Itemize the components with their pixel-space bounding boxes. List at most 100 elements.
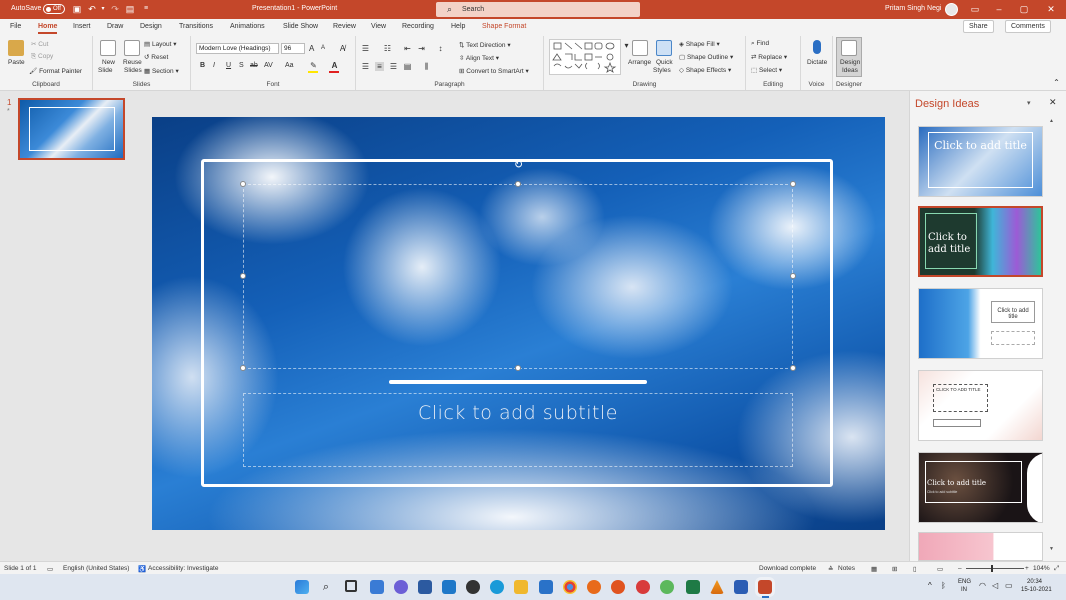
notes-icon[interactable]: ≙ [828, 565, 833, 573]
accessibility-status[interactable]: Accessibility: Investigate [148, 565, 218, 572]
avatar[interactable] [945, 3, 958, 16]
redo-icon[interactable]: ↷ [110, 4, 120, 14]
character-spacing-button[interactable]: AV [264, 62, 273, 69]
autosave-toggle[interactable]: Off [43, 4, 65, 14]
bluetooth-icon[interactable]: ᛒ [941, 581, 946, 590]
notes-button[interactable]: Notes [838, 565, 855, 572]
zoom-level[interactable]: 104% [1033, 565, 1050, 572]
design-idea-3[interactable]: Click to add title [918, 288, 1043, 359]
vscode-icon[interactable] [442, 580, 456, 594]
scroll-up-icon[interactable]: ▲ [1049, 118, 1054, 124]
justify-icon[interactable]: ▤ [403, 62, 412, 71]
search-taskbar-icon[interactable]: ⌕ [319, 580, 333, 594]
tab-view[interactable]: View [371, 23, 386, 30]
resize-handle[interactable] [515, 181, 521, 187]
vlc-icon[interactable] [710, 580, 724, 594]
firefox-icon[interactable] [611, 580, 625, 594]
shadow-button[interactable]: S [239, 62, 244, 69]
align-left-icon[interactable]: ☰ [361, 62, 370, 71]
tab-recording[interactable]: Recording [402, 23, 434, 30]
line-spacing-icon[interactable]: ↕ [436, 44, 445, 53]
pane-options-icon[interactable]: ▾ [1027, 99, 1031, 107]
tab-transitions[interactable]: Transitions [179, 23, 213, 30]
shapes-gallery[interactable] [549, 39, 621, 75]
tab-insert[interactable]: Insert [73, 23, 91, 30]
undo-dropdown-icon[interactable]: ▾ [98, 4, 108, 14]
chrome-icon[interactable] [563, 580, 577, 594]
design-idea-2[interactable]: Click to add title [918, 206, 1043, 277]
fit-slide-icon[interactable]: ⤢ [1054, 565, 1059, 573]
quick-styles-label-2[interactable]: Styles [653, 67, 671, 74]
github-icon[interactable] [466, 580, 480, 594]
tab-slide-show[interactable]: Slide Show [283, 23, 318, 30]
search-box[interactable]: ⌕ Search [436, 2, 640, 17]
align-center-icon[interactable]: ≡ [375, 62, 384, 71]
decrease-indent-icon[interactable]: ⇤ [403, 44, 412, 53]
reuse-slides-label-2[interactable]: Slides [124, 67, 142, 74]
tab-animations[interactable]: Animations [230, 23, 265, 30]
dictate-button[interactable]: Dictate [807, 59, 827, 66]
volume-icon[interactable]: ◁ [992, 581, 998, 590]
section-button[interactable]: ▦ Section ▾ [144, 67, 179, 75]
mail-icon[interactable] [539, 580, 553, 594]
microphone-icon[interactable] [813, 40, 821, 54]
bold-button[interactable]: B [200, 62, 205, 69]
share-button[interactable]: Share [963, 20, 994, 33]
task-view-icon[interactable] [345, 580, 357, 592]
slide[interactable]: ↻ Click to add subtitle [152, 117, 885, 530]
paste-icon[interactable] [8, 40, 24, 56]
language-region[interactable]: IN [961, 587, 967, 593]
highlight-icon[interactable]: ✎ [309, 61, 318, 70]
close-pane-icon[interactable]: ✕ [1049, 97, 1057, 108]
zoom-out-icon[interactable]: – [958, 565, 962, 572]
accessibility-icon[interactable]: ♿ [138, 565, 146, 573]
columns-icon[interactable]: ⫼ [422, 62, 431, 71]
widgets-icon[interactable] [370, 580, 384, 594]
align-right-icon[interactable]: ☰ [389, 62, 398, 71]
align-text-button[interactable]: ⇳ Align Text ▾ [459, 54, 499, 62]
arrange-icon[interactable] [632, 40, 648, 56]
rotate-handle-icon[interactable]: ↻ [513, 160, 524, 171]
font-color-icon[interactable]: A [330, 61, 339, 70]
language-indicator[interactable]: English (United States) [63, 565, 129, 572]
reuse-slides-icon[interactable] [124, 40, 140, 56]
underline-button[interactable]: U [226, 62, 231, 69]
slideshow-view-icon[interactable]: ▭ [937, 565, 943, 573]
save-icon[interactable]: ▣ [72, 4, 82, 14]
resize-handle[interactable] [790, 181, 796, 187]
layout-button[interactable]: ▤ Layout ▾ [144, 40, 177, 48]
tab-home[interactable]: Home [38, 23, 58, 34]
tab-design[interactable]: Design [140, 23, 162, 30]
battery-icon[interactable]: ▭ [1005, 581, 1013, 590]
shape-effects-button[interactable]: ◇ Shape Effects ▾ [679, 66, 731, 74]
replace-button[interactable]: ⇄ Replace ▾ [751, 53, 787, 61]
new-slide-icon[interactable] [100, 40, 116, 56]
resize-handle[interactable] [240, 181, 246, 187]
arrange-button[interactable]: Arrange [628, 59, 651, 66]
design-idea-1[interactable]: Click to add title [918, 126, 1043, 197]
user-name[interactable]: Pritam Singh Negi [885, 5, 941, 12]
shape-fill-button[interactable]: ◈ Shape Fill ▾ [679, 40, 720, 48]
design-pane-scrollbar[interactable]: ▲ ▼ [1048, 118, 1056, 552]
quick-styles-label-1[interactable]: Quick [656, 59, 673, 66]
change-case-button[interactable]: Aa [285, 62, 294, 69]
undo-icon[interactable]: ↶ [87, 4, 97, 14]
cut-button[interactable]: ✂ Cut [31, 40, 48, 48]
find-button[interactable]: ⌕ Find [751, 40, 769, 48]
app-icon[interactable] [636, 580, 650, 594]
file-explorer-icon[interactable] [514, 580, 528, 594]
quick-styles-icon[interactable] [656, 40, 672, 56]
subtitle-placeholder[interactable]: Click to add subtitle [243, 393, 793, 467]
design-idea-4[interactable]: CLICK TO ADD TITLE [918, 370, 1043, 441]
smartart-button[interactable]: ⊞ Convert to SmartArt ▾ [459, 67, 529, 75]
resize-handle[interactable] [240, 273, 246, 279]
slide-sorter-icon[interactable]: ⊞ [892, 565, 897, 573]
start-slideshow-icon[interactable]: ▤ [125, 4, 135, 14]
copy-button[interactable]: ⎘ Copy [31, 53, 53, 61]
store-icon[interactable] [418, 580, 432, 594]
edge-icon[interactable] [490, 580, 504, 594]
collapse-ribbon-icon[interactable]: ⌃ [1052, 78, 1061, 87]
minimize-icon[interactable]: – [992, 3, 1006, 15]
font-size-box[interactable]: 96 [281, 43, 305, 54]
tab-file[interactable]: File [10, 23, 21, 30]
